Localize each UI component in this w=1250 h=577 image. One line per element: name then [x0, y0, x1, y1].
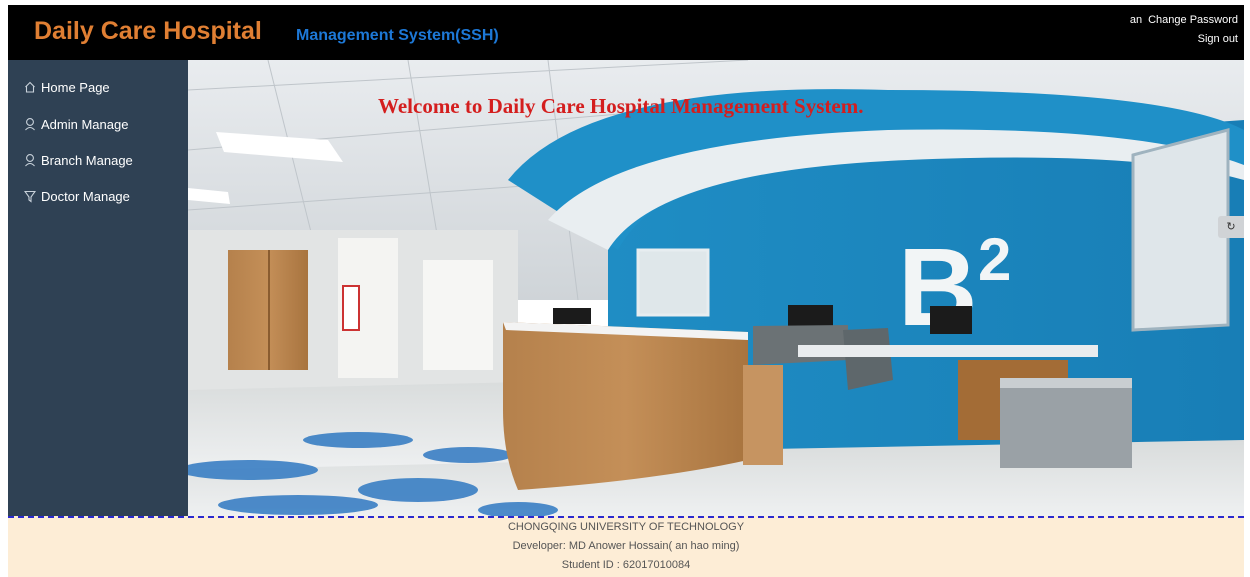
sidebar-item-home-page[interactable]: Home Page — [24, 77, 110, 97]
main-content: B 2 Welcome to Daily Care Hospital Manag… — [188, 60, 1244, 516]
brand-title: Daily Care Hospital — [34, 17, 262, 45]
sign-out-link[interactable]: Sign out — [1198, 33, 1238, 45]
footer-student-id: Student ID : 62017010084 — [561, 559, 691, 571]
sidebar-item-doctor-manage[interactable]: Doctor Manage — [24, 186, 130, 206]
footer: CHONGQING UNIVERSITY OF TECHNOLOGY Devel… — [8, 516, 1244, 577]
brand-subtitle: Management System(SSH) — [296, 27, 499, 44]
user-links-row-bottom: Sign out — [1130, 30, 1238, 49]
user-icon — [24, 117, 36, 131]
sidebar-item-admin-manage[interactable]: Admin Manage — [24, 114, 128, 134]
welcome-heading: Welcome to Daily Care Hospital Managemen… — [378, 94, 864, 118]
hospital-lobby-image: B 2 — [188, 60, 1244, 516]
app-root: Daily Care Hospital Management System(SS… — [0, 0, 1250, 577]
sidebar-item-label: Doctor Manage — [41, 188, 130, 204]
sidebar-item-branch-manage[interactable]: Branch Manage — [24, 150, 133, 170]
sidebar-item-label: Admin Manage — [41, 116, 129, 132]
filter-icon — [24, 189, 36, 203]
footer-university: CHONGQING UNIVERSITY OF TECHNOLOGY — [507, 521, 745, 533]
home-icon — [24, 80, 36, 94]
footer-developer: Developer: MD Anower Hossain( an hao min… — [512, 540, 740, 552]
top-header: Daily Care Hospital Management System(SS… — [8, 5, 1244, 60]
user-icon — [24, 153, 36, 167]
sidebar-item-label: Branch Manage — [41, 152, 133, 168]
refresh-tab-icon[interactable]: ↻ — [1218, 216, 1244, 238]
sidebar-item-label: Home Page — [41, 79, 110, 95]
change-password-link[interactable]: Change Password — [1148, 14, 1238, 26]
sidebar: Home Page Admin Manage Branch Manage Doc… — [8, 60, 188, 516]
user-links: an Change Password Sign out — [1130, 11, 1238, 49]
user-links-row-top: an Change Password — [1130, 11, 1238, 30]
svg-text:2: 2 — [978, 226, 1011, 293]
username-link[interactable]: an — [1130, 14, 1142, 26]
